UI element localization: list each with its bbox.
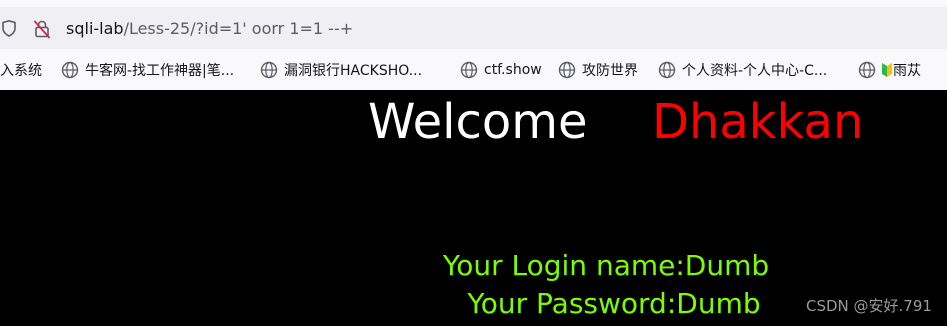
url-path: /Less-25/?id=1' oorr 1=1 --+ [123, 19, 354, 38]
url-text[interactable]: sqli-lab/Less-25/?id=1' oorr 1=1 --+ [66, 19, 353, 39]
url-host: sqli-lab [66, 19, 124, 38]
bookmark-label: 入系统 [0, 63, 42, 79]
bookmark-item[interactable]: 入系统 [0, 60, 42, 80]
connection-not-secure-icon[interactable] [32, 19, 52, 39]
globe-icon [61, 61, 79, 79]
globe-icon [558, 61, 576, 79]
bookmark-label: 漏洞银行HACKSHO... [284, 63, 423, 79]
dhakkan-text: Dhakkan [652, 94, 864, 150]
bookmark-item[interactable]: ctf.show [460, 60, 542, 80]
bookmark-item[interactable]: 牛客网-找工作神器|笔... [61, 60, 234, 80]
beginner-mark-icon [882, 63, 892, 77]
bookmark-item[interactable]: 个人资料-个人中心-C... [658, 60, 827, 80]
bookmark-item[interactable]: 雨苁 [858, 60, 921, 80]
csdn-watermark: CSDN @安好.791 [806, 297, 932, 315]
bookmark-label: 个人资料-个人中心-C... [682, 63, 828, 79]
bookmarks-bar: 入系统 牛客网-找工作神器|笔... 漏洞银行HACKSHO... ctf.sh… [0, 49, 947, 90]
bookmark-label: 雨苁 [893, 63, 921, 79]
bookmark-item[interactable]: 漏洞银行HACKSHO... [260, 60, 422, 80]
address-bar[interactable]: sqli-lab/Less-25/?id=1' oorr 1=1 --+ [0, 7, 947, 49]
bookmark-label: 攻防世界 [582, 63, 638, 79]
bookmark-item[interactable]: 攻防世界 [558, 60, 638, 80]
globe-icon [658, 61, 676, 79]
password-line: Your Password:Dumb [467, 287, 761, 320]
globe-icon [460, 61, 478, 79]
bookmark-label: 牛客网-找工作神器|笔... [85, 63, 235, 79]
shield-icon[interactable] [0, 20, 16, 37]
welcome-text: Welcome [368, 94, 588, 150]
globe-icon [260, 61, 278, 79]
bookmark-label: ctf.show [484, 62, 542, 78]
globe-icon [858, 61, 876, 79]
toolbar-top-edge [0, 0, 947, 7]
login-name-line: Your Login name:Dumb [442, 249, 770, 282]
